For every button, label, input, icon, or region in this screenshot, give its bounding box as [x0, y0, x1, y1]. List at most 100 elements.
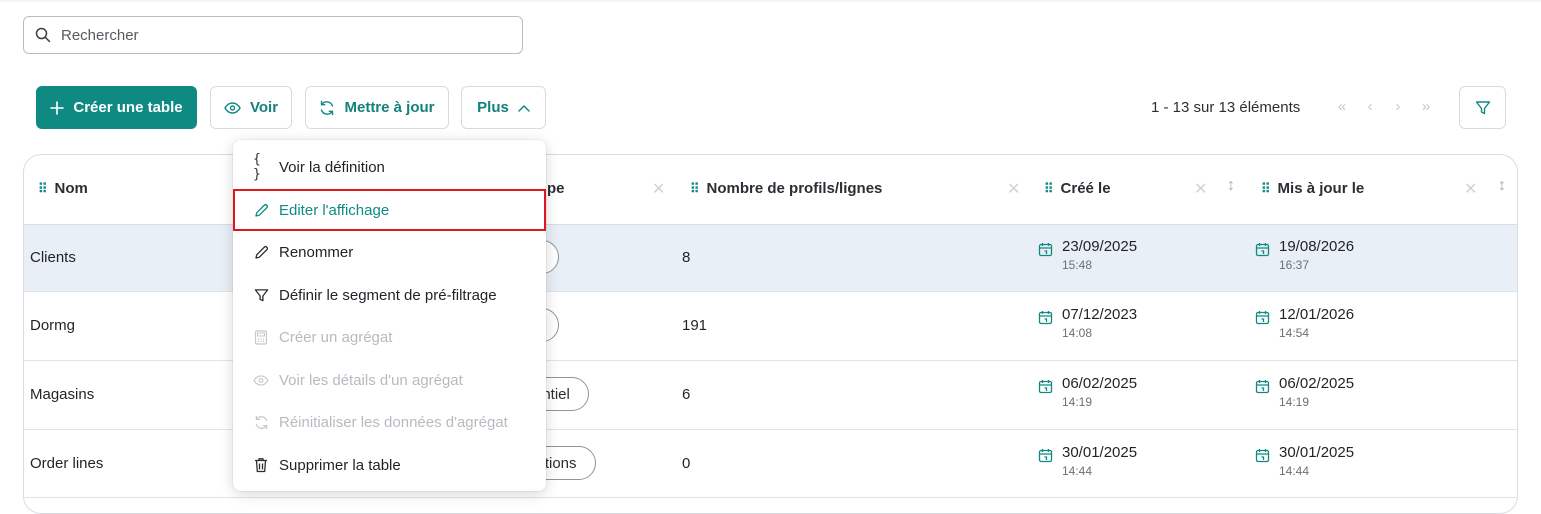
created-date: 07/12/2023 14:08: [1038, 306, 1137, 340]
calendar-icon: [1038, 449, 1053, 463]
calendar-icon: [1255, 449, 1270, 463]
updated-date: 30/01/2025 14:44: [1255, 444, 1354, 478]
view-button[interactable]: Voir: [210, 86, 292, 129]
time-value: 14:19: [1062, 395, 1093, 409]
plus-icon: [50, 100, 65, 115]
time-value: 14:08: [1062, 326, 1093, 340]
refresh-icon: [321, 100, 334, 115]
pagination-summary: 1 - 13 sur 13 éléments: [1151, 99, 1301, 116]
menu-item-label: Renommer: [279, 243, 354, 261]
trash-icon: [253, 457, 269, 473]
next-page-icon[interactable]: ›: [1390, 98, 1406, 115]
row-count: 0: [682, 455, 691, 472]
time-value: 14:44: [1279, 464, 1310, 478]
date-value: 06/02/2025: [1279, 375, 1355, 392]
updated-date: 12/01/2026 14:54: [1255, 306, 1354, 340]
first-page-icon[interactable]: «: [1334, 98, 1350, 115]
clear-column-icon[interactable]: ✕: [1007, 179, 1020, 199]
drag-handle-icon[interactable]: ⠿: [38, 181, 47, 197]
date-value: 23/09/2025: [1062, 238, 1138, 255]
column-count-label: Nombre de profils/lignes: [706, 180, 883, 197]
date-value: 07/12/2023: [1062, 306, 1138, 323]
column-name-label: Nom: [54, 180, 88, 197]
menu-item-label: Supprimer la table: [279, 456, 401, 474]
sort-icon[interactable]: ↕: [1498, 177, 1506, 195]
search-icon: [35, 27, 51, 43]
row-name[interactable]: Dormg: [30, 317, 75, 334]
menu-item-create-aggregate: Créer un agrégat: [233, 316, 546, 358]
refresh-icon: [253, 414, 269, 430]
updated-date: 06/02/2025 14:19: [1255, 375, 1354, 409]
time-value: 15:48: [1062, 258, 1093, 272]
time-value: 14:44: [1062, 464, 1093, 478]
pagination-controls: « ‹ › »: [1334, 98, 1434, 115]
row-name[interactable]: Clients: [30, 249, 76, 266]
column-type-label: pe: [547, 180, 565, 197]
search-input[interactable]: [59, 25, 499, 45]
pencil-icon: [253, 244, 269, 260]
created-date: 30/01/2025 14:44: [1038, 444, 1137, 478]
menu-item-label: Voir la définition: [279, 158, 385, 176]
more-label: Plus: [477, 99, 509, 116]
menu-item-label: Voir les détails d'un agrégat: [279, 371, 463, 389]
calendar-icon: [1255, 243, 1270, 257]
date-value: 19/08/2026: [1279, 238, 1355, 255]
date-value: 12/01/2026: [1279, 306, 1355, 323]
eye-icon: [224, 101, 241, 114]
column-updated-label: Mis à jour le: [1277, 180, 1365, 197]
column-header-created[interactable]: ⠿ Créé le: [1044, 180, 1111, 197]
menu-item-rename[interactable]: Renommer: [233, 231, 546, 273]
update-label: Mettre à jour: [344, 99, 435, 116]
menu-item-edit-display[interactable]: Editer l'affichage: [233, 189, 546, 231]
filter-icon: [1475, 100, 1490, 114]
create-table-button[interactable]: Créer une table: [36, 86, 197, 129]
calculator-icon: [253, 329, 269, 345]
calendar-icon: [1038, 243, 1053, 257]
row-name[interactable]: Order lines: [30, 455, 103, 472]
drag-handle-icon[interactable]: ⠿: [1044, 181, 1053, 197]
column-header-updated[interactable]: ⠿ Mis à jour le: [1261, 180, 1364, 197]
sort-icon[interactable]: ↕: [1227, 177, 1235, 195]
menu-item-view-definition[interactable]: { } Voir la définition: [233, 146, 546, 188]
last-page-icon[interactable]: »: [1418, 98, 1434, 115]
column-created-label: Créé le: [1060, 180, 1111, 197]
date-value: 06/02/2025: [1062, 375, 1138, 392]
menu-item-prefilter-segment[interactable]: Définir le segment de pré-filtrage: [233, 274, 546, 316]
date-value: 30/01/2025: [1279, 444, 1355, 461]
search-box[interactable]: [23, 16, 523, 54]
row-name[interactable]: Magasins: [30, 386, 94, 403]
eye-icon: [253, 372, 269, 388]
clear-column-icon[interactable]: ✕: [1194, 179, 1207, 199]
filter-button[interactable]: [1459, 86, 1506, 129]
menu-item-reset-aggregate: Réinitialiser les données d'agrégat: [233, 401, 546, 443]
column-header-type[interactable]: pe: [547, 180, 565, 197]
time-value: 16:37: [1279, 258, 1310, 272]
menu-item-delete-table[interactable]: Supprimer la table: [233, 444, 546, 486]
more-actions-menu: { } Voir la définition Editer l'affichag…: [233, 140, 546, 491]
created-date: 23/09/2025 15:48: [1038, 238, 1137, 272]
pencil-icon: [253, 202, 269, 218]
filter-icon: [253, 287, 269, 303]
more-button[interactable]: Plus: [461, 86, 546, 129]
create-table-label: Créer une table: [73, 99, 183, 116]
calendar-icon: [1255, 380, 1270, 394]
menu-item-label: Définir le segment de pré-filtrage: [279, 286, 497, 304]
row-count: 6: [682, 386, 691, 403]
calendar-icon: [1038, 311, 1053, 325]
update-button[interactable]: Mettre à jour: [305, 86, 449, 129]
chevron-up-icon: [518, 104, 530, 112]
drag-handle-icon[interactable]: ⠿: [690, 181, 699, 197]
time-value: 14:19: [1279, 395, 1310, 409]
braces-icon: { }: [253, 152, 261, 182]
menu-item-label: Créer un agrégat: [279, 328, 393, 346]
time-value: 14:54: [1279, 326, 1310, 340]
menu-item-aggregate-details: Voir les détails d'un agrégat: [233, 359, 546, 401]
drag-handle-icon[interactable]: ⠿: [1261, 181, 1270, 197]
created-date: 06/02/2025 14:19: [1038, 375, 1137, 409]
view-label: Voir: [249, 99, 279, 116]
column-header-count[interactable]: ⠿ Nombre de profils/lignes: [690, 180, 882, 197]
clear-column-icon[interactable]: ✕: [1464, 179, 1477, 199]
column-header-name[interactable]: ⠿ Nom: [38, 180, 88, 197]
prev-page-icon[interactable]: ‹: [1362, 98, 1378, 115]
clear-column-icon[interactable]: ✕: [652, 179, 665, 199]
